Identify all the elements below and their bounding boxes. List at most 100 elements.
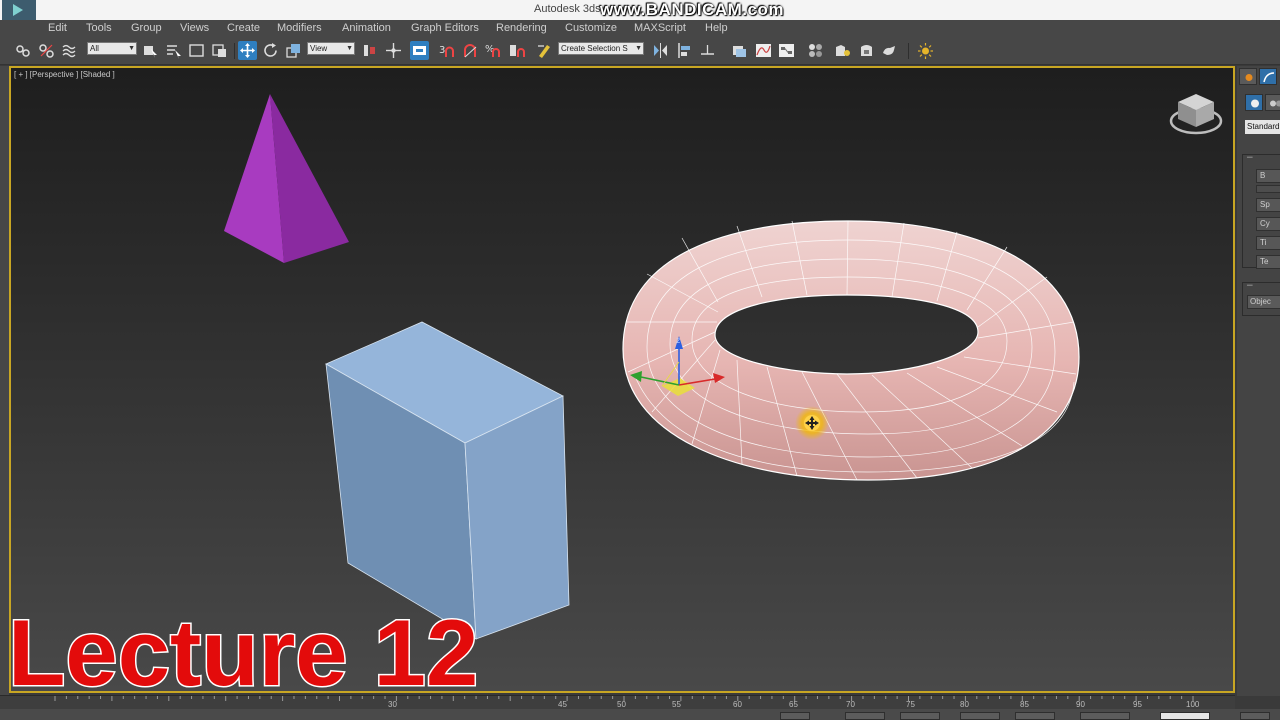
sun-light-icon[interactable]: [916, 41, 935, 60]
lecture-caption: Lecture 12: [6, 600, 479, 705]
rendered-frame-window-icon[interactable]: [857, 41, 876, 60]
status-field[interactable]: [1015, 712, 1055, 720]
menu-graph-editors[interactable]: Graph Editors: [411, 22, 479, 34]
toolbar-separator: [234, 43, 235, 59]
material-editor-icon[interactable]: [806, 41, 825, 60]
chevron-down-icon: ▼: [346, 45, 353, 52]
status-field[interactable]: [845, 712, 885, 720]
toolbar-separator: [908, 43, 909, 59]
render-setup-icon[interactable]: [833, 41, 852, 60]
menu-maxscript[interactable]: MAXScript: [634, 22, 686, 34]
reference-coord-dropdown[interactable]: View ▼: [307, 42, 355, 55]
app-logo-icon[interactable]: [2, 0, 36, 20]
tick-label-95: 95: [1133, 700, 1142, 709]
shapes-icon[interactable]: [1265, 94, 1280, 111]
status-field[interactable]: [1080, 712, 1130, 720]
status-bar: [0, 709, 1280, 720]
geometry-icon[interactable]: [1245, 94, 1263, 111]
menu-customize[interactable]: Customize: [565, 22, 617, 34]
svg-text:z: z: [676, 336, 680, 345]
perspective-viewport[interactable]: [ + ] [Perspective ] [Shaded ] z: [9, 66, 1235, 693]
sphere-button[interactable]: Sp: [1256, 198, 1280, 212]
tick-label-85: 85: [1020, 700, 1029, 709]
tick-label-75: 75: [906, 700, 915, 709]
menu-create[interactable]: Create: [227, 22, 260, 34]
tube-button[interactable]: Ti: [1256, 236, 1280, 250]
reference-coord-value: View: [310, 44, 328, 53]
tick-label-50: 50: [617, 700, 626, 709]
named-selection-dropdown[interactable]: Create Selection S ▼: [558, 42, 644, 55]
named-selection-value: Create Selection S: [561, 44, 628, 53]
object-type-rollout: − B Sp Cy Ti Te: [1242, 153, 1280, 269]
spinner-snap-icon[interactable]: [507, 41, 526, 60]
primitive-type-dropdown[interactable]: Standard: [1245, 120, 1280, 134]
percent-snap-icon[interactable]: %: [484, 41, 503, 60]
select-object-icon[interactable]: [141, 41, 160, 60]
teapot-button[interactable]: Te: [1256, 255, 1280, 269]
select-by-name-icon[interactable]: [164, 41, 183, 60]
edit-named-selection-icon[interactable]: [535, 41, 554, 60]
menu-tools[interactable]: Tools: [86, 22, 112, 34]
menu-modifiers[interactable]: Modifiers: [277, 22, 322, 34]
unlink-icon[interactable]: [37, 41, 56, 60]
cursor-highlight: [795, 406, 829, 440]
modify-tab-icon[interactable]: [1259, 68, 1277, 85]
render-production-icon[interactable]: [880, 41, 899, 60]
svg-text:3: 3: [439, 45, 445, 56]
menu-help[interactable]: Help: [705, 22, 728, 34]
menu-bar: Edit Tools Group Views Create Modifiers …: [0, 20, 1280, 37]
rollout-collapse-icon[interactable]: −: [1246, 153, 1254, 163]
status-field[interactable]: [1240, 712, 1270, 720]
command-panel: Standard − B Sp Cy Ti Te − Objec: [1237, 66, 1280, 696]
selection-filter-value: All: [90, 44, 99, 53]
chevron-down-icon: ▼: [128, 45, 135, 52]
link-icon[interactable]: [14, 41, 33, 60]
menu-group[interactable]: Group: [131, 22, 162, 34]
mirror-icon[interactable]: [651, 41, 670, 60]
menu-edit[interactable]: Edit: [48, 22, 67, 34]
window-title: Autodesk 3ds: [534, 3, 601, 15]
rollout-collapse-icon[interactable]: −: [1246, 281, 1254, 291]
scene-canvas[interactable]: z: [11, 68, 1233, 691]
torus-object[interactable]: [622, 220, 1080, 481]
status-field[interactable]: [900, 712, 940, 720]
keyboard-shortcut-override-icon[interactable]: [410, 41, 429, 60]
menu-views[interactable]: Views: [180, 22, 209, 34]
title-bar: Autodesk 3ds www.BANDICAM.com: [0, 0, 1280, 20]
menu-animation[interactable]: Animation: [342, 22, 391, 34]
object-name-field[interactable]: Objec: [1247, 295, 1280, 309]
snaps-toggle-icon[interactable]: 3: [438, 41, 457, 60]
object-type-button-placeholder[interactable]: [1256, 185, 1280, 193]
pyramid-object[interactable]: [224, 94, 349, 263]
curve-editor-icon[interactable]: [754, 41, 773, 60]
select-and-rotate-icon[interactable]: [261, 41, 280, 60]
box-object[interactable]: [325, 321, 570, 640]
window-crossing-icon[interactable]: [210, 41, 229, 60]
select-and-move-icon[interactable]: [238, 41, 257, 60]
align-icon[interactable]: [675, 41, 694, 60]
bind-space-warp-icon[interactable]: [60, 41, 79, 60]
status-field[interactable]: [960, 712, 1000, 720]
layer-manager-icon[interactable]: [730, 41, 749, 60]
tick-label-100: 100: [1186, 700, 1200, 709]
chevron-down-icon: ▼: [635, 45, 642, 52]
max-window: Autodesk 3ds www.BANDICAM.com Edit Tools…: [0, 0, 1280, 720]
bandicam-watermark: www.BANDICAM.com: [600, 0, 784, 19]
pivot-center-icon[interactable]: [360, 41, 379, 60]
selection-filter-dropdown[interactable]: All ▼: [87, 42, 137, 55]
normal-align-icon[interactable]: [698, 41, 717, 60]
create-tab-icon[interactable]: [1239, 68, 1257, 85]
box-button[interactable]: B: [1256, 169, 1280, 183]
status-field[interactable]: [780, 712, 810, 720]
auto-key-field[interactable]: [1160, 712, 1210, 720]
rectangle-selection-icon[interactable]: [187, 41, 206, 60]
cylinder-button[interactable]: Cy: [1256, 217, 1280, 231]
angle-snap-icon[interactable]: [461, 41, 480, 60]
viewcube-icon[interactable]: [1169, 94, 1223, 135]
schematic-view-icon[interactable]: [777, 41, 796, 60]
tick-label-70: 70: [846, 700, 855, 709]
manipulate-icon[interactable]: [384, 41, 403, 60]
tick-label-80: 80: [960, 700, 969, 709]
menu-rendering[interactable]: Rendering: [496, 22, 547, 34]
select-and-scale-icon[interactable]: [284, 41, 303, 60]
